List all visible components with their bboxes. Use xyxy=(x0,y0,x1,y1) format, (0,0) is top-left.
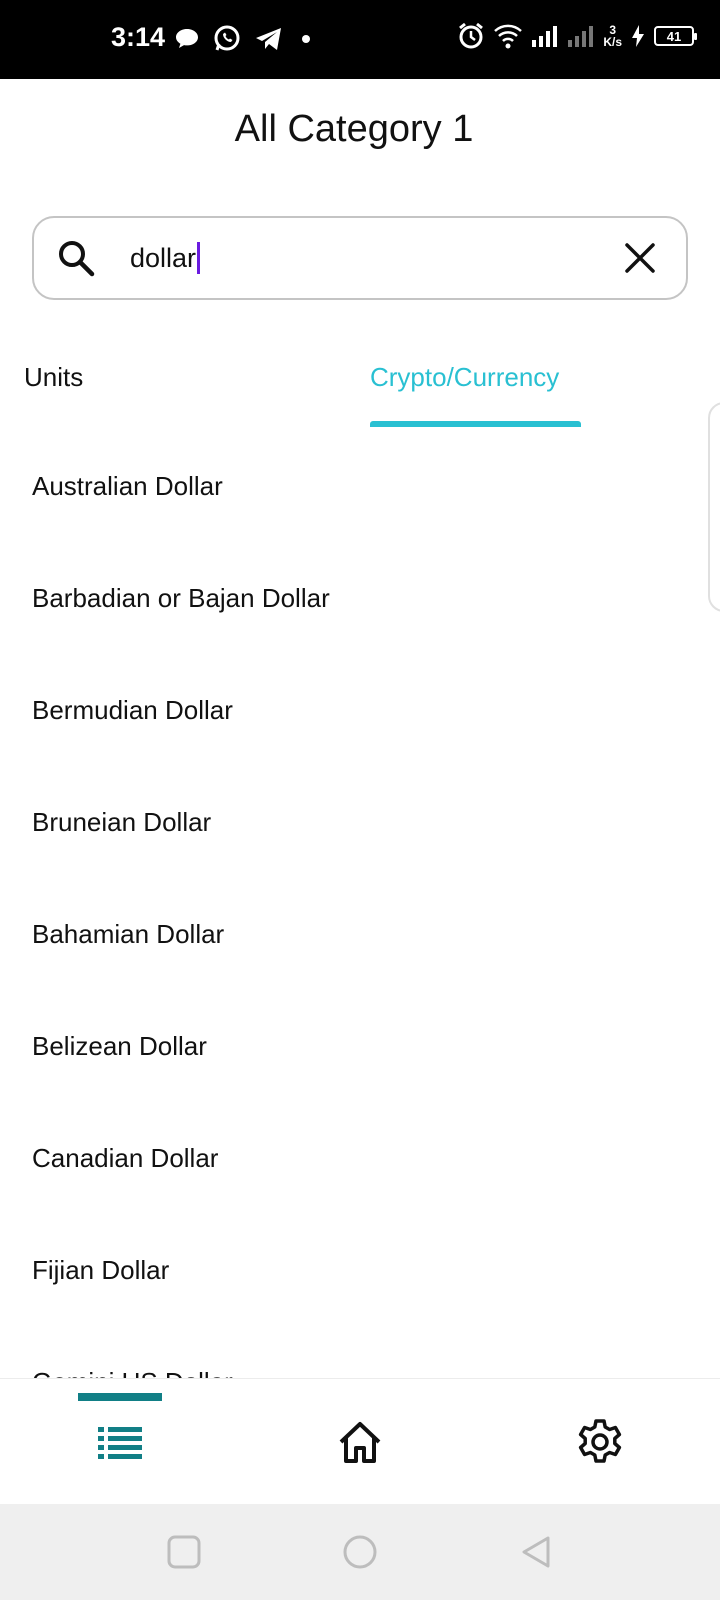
list-item[interactable]: Australian Dollar xyxy=(0,430,720,542)
speed-unit: K/s xyxy=(603,35,622,49)
tab-indicator xyxy=(370,421,581,427)
home-icon xyxy=(339,1422,381,1463)
list-item[interactable]: Bahamian Dollar xyxy=(0,878,720,990)
list-item[interactable]: Belizean Dollar xyxy=(0,990,720,1102)
tab-crypto-currency[interactable]: Crypto/Currency xyxy=(370,362,559,393)
page-title: All Category 1 xyxy=(234,108,474,150)
home-circle-icon[interactable] xyxy=(342,1534,378,1570)
nav-list-button[interactable] xyxy=(60,1379,180,1505)
bottom-nav xyxy=(0,1378,720,1504)
list-item[interactable]: Bermudian Dollar xyxy=(0,654,720,766)
text-caret xyxy=(197,242,201,274)
close-icon[interactable] xyxy=(618,236,662,280)
category-tabs: Units Crypto/Currency xyxy=(0,350,720,430)
search-input[interactable]: dollar xyxy=(130,236,201,280)
gear-icon xyxy=(578,1419,622,1463)
search-bar[interactable]: dollar xyxy=(32,216,688,300)
recents-icon[interactable] xyxy=(166,1534,202,1570)
search-input-value: dollar xyxy=(130,242,197,273)
network-speed: 3 K/s xyxy=(603,24,622,48)
signal-weak-icon xyxy=(568,26,594,47)
telegram-icon xyxy=(256,28,281,50)
list-item[interactable]: Fijian Dollar xyxy=(0,1214,720,1326)
tab-units[interactable]: Units xyxy=(24,362,83,393)
battery-indicator: 41 xyxy=(654,26,697,46)
list-item[interactable]: Canadian Dollar xyxy=(0,1102,720,1214)
search-icon xyxy=(59,241,95,277)
list-item[interactable]: Barbadian or Bajan Dollar xyxy=(0,542,720,654)
nav-settings-button[interactable] xyxy=(540,1379,660,1505)
status-bar: 3:14 3 K/s 41 xyxy=(0,0,720,79)
currency-list: Australian Dollar Barbadian or Bajan Dol… xyxy=(0,430,720,1379)
list-item[interactable]: Gemini US Dollar xyxy=(0,1326,720,1379)
wifi-icon xyxy=(494,24,523,49)
signal-icon xyxy=(532,26,558,47)
back-icon[interactable] xyxy=(518,1534,554,1570)
list-item[interactable]: Bruneian Dollar xyxy=(0,766,720,878)
system-status-icons: 3 K/s 41 xyxy=(457,22,697,50)
alarm-icon xyxy=(459,22,484,49)
nav-home-button[interactable] xyxy=(300,1379,420,1505)
chat-bubble-icon xyxy=(176,29,198,48)
battery-level: 41 xyxy=(666,28,682,44)
notification-icons xyxy=(174,24,316,54)
whatsapp-icon xyxy=(214,25,240,51)
dot-icon xyxy=(302,35,310,43)
list-icon xyxy=(98,1427,142,1459)
charging-icon xyxy=(632,25,644,47)
status-time: 3:14 xyxy=(111,22,166,52)
system-nav-bar xyxy=(0,1504,720,1600)
